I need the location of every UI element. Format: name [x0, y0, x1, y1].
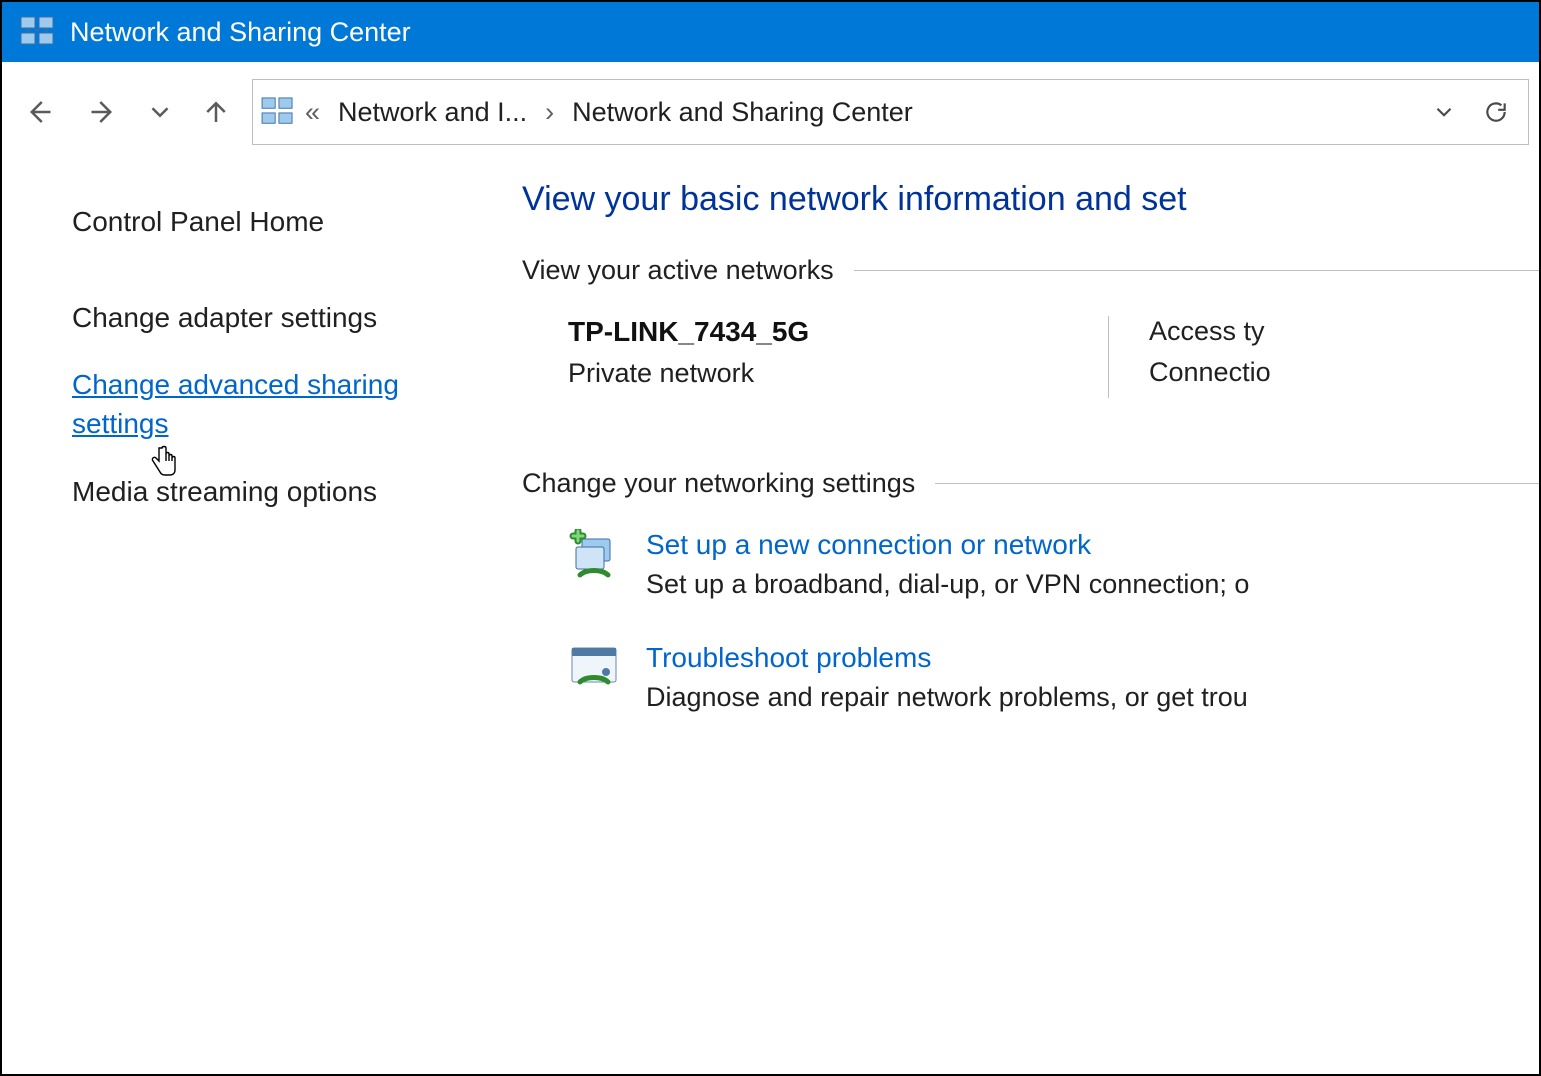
- media-streaming-options-link[interactable]: Media streaming options: [72, 472, 432, 511]
- active-networks-section-header: View your active networks: [522, 255, 1539, 286]
- recent-locations-dropdown[interactable]: [140, 82, 180, 142]
- divider: [935, 483, 1539, 484]
- troubleshoot-problems-task[interactable]: Troubleshoot problems Diagnose and repai…: [566, 642, 1539, 713]
- refresh-button[interactable]: [1474, 99, 1518, 125]
- breadcrumb-overflow-icon[interactable]: «: [303, 97, 322, 128]
- setup-new-connection-task[interactable]: Set up a new connection or network Set u…: [566, 529, 1539, 600]
- access-type-label: Access ty: [1149, 316, 1271, 347]
- connections-label: Connectio: [1149, 357, 1271, 388]
- troubleshoot-icon: [566, 642, 622, 698]
- page-heading: View your basic network information and …: [522, 180, 1539, 219]
- active-network-block: TP-LINK_7434_5G Private network Access t…: [568, 316, 1539, 398]
- address-bar[interactable]: « Network and I... › Network and Sharing…: [252, 79, 1529, 145]
- nav-toolbar: « Network and I... › Network and Sharing…: [2, 62, 1539, 162]
- chevron-right-icon[interactable]: ›: [543, 97, 556, 128]
- window-title: Network and Sharing Center: [70, 17, 411, 48]
- task-description: Set up a broadband, dial-up, or VPN conn…: [646, 569, 1249, 600]
- sidebar: Control Panel Home Change adapter settin…: [2, 162, 512, 1074]
- change-advanced-sharing-settings-link[interactable]: Change advanced sharing settings: [72, 365, 432, 443]
- breadcrumb-parent[interactable]: Network and I...: [330, 93, 535, 132]
- control-panel-home-link[interactable]: Control Panel Home: [72, 206, 492, 238]
- task-title[interactable]: Troubleshoot problems: [646, 642, 1248, 674]
- task-title[interactable]: Set up a new connection or network: [646, 529, 1249, 561]
- network-name: TP-LINK_7434_5G: [568, 316, 1108, 348]
- vertical-divider: [1108, 316, 1109, 398]
- task-description: Diagnose and repair network problems, or…: [646, 682, 1248, 713]
- section-label: Change your networking settings: [522, 468, 915, 499]
- change-adapter-settings-link[interactable]: Change adapter settings: [72, 298, 432, 337]
- network-center-icon: [261, 97, 295, 127]
- back-button[interactable]: [8, 82, 68, 142]
- network-center-icon: [20, 16, 56, 48]
- new-connection-icon: [566, 529, 622, 585]
- breadcrumb-current[interactable]: Network and Sharing Center: [564, 93, 921, 132]
- change-networking-section-header: Change your networking settings: [522, 468, 1539, 499]
- network-type: Private network: [568, 358, 1108, 389]
- section-label: View your active networks: [522, 255, 834, 286]
- address-history-dropdown[interactable]: [1422, 99, 1466, 125]
- up-button[interactable]: [186, 82, 246, 142]
- title-bar: Network and Sharing Center: [2, 2, 1539, 62]
- divider: [854, 270, 1539, 271]
- forward-button[interactable]: [74, 82, 134, 142]
- main-content: View your basic network information and …: [512, 162, 1539, 1074]
